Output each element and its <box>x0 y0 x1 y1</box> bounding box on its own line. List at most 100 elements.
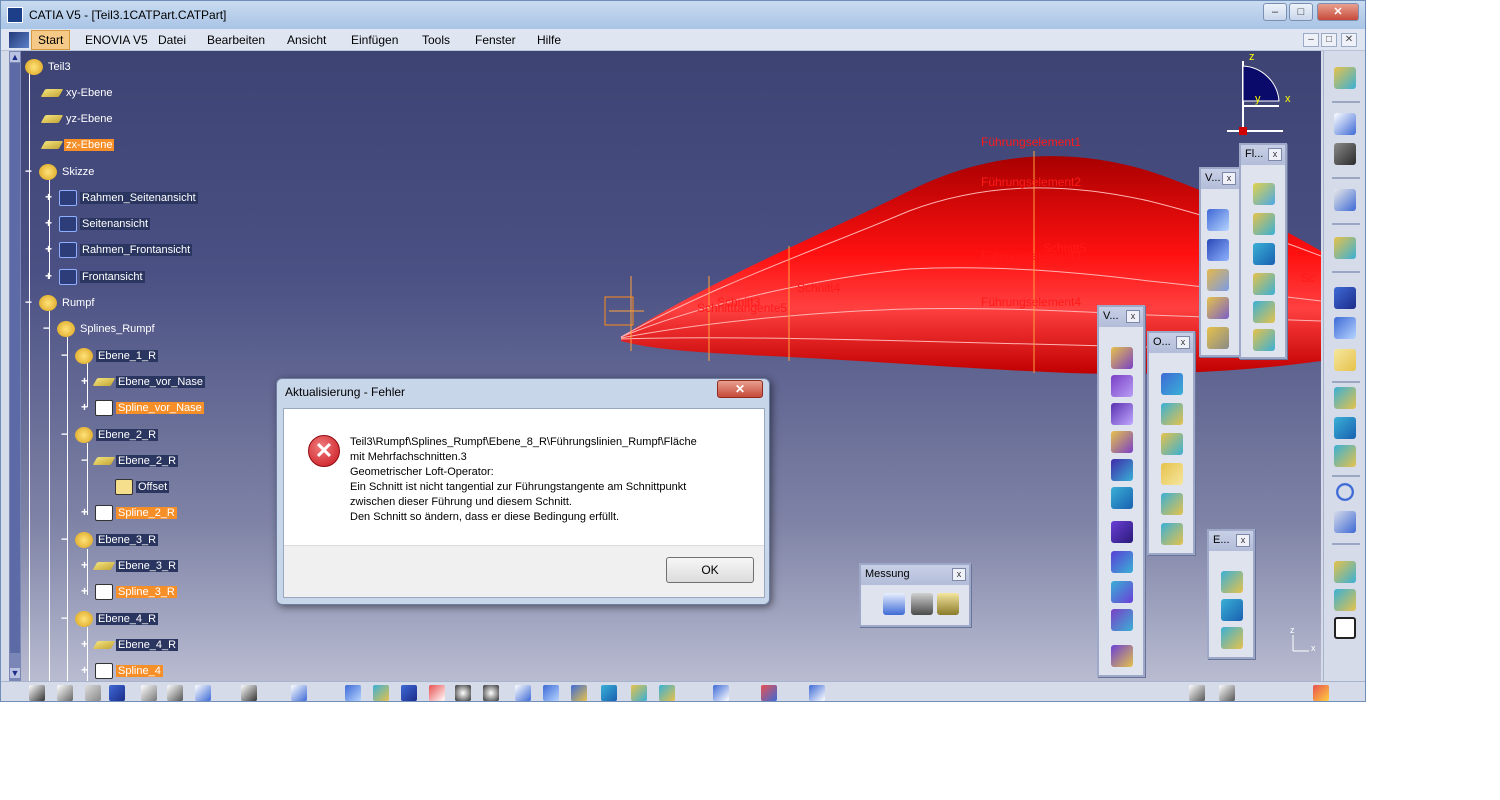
measure-item-icon[interactable] <box>911 593 933 615</box>
tree-item-frontansicht[interactable]: + Frontansicht <box>45 268 145 286</box>
palette-close-button[interactable]: x <box>1268 148 1282 161</box>
curve-icon[interactable] <box>1334 237 1356 259</box>
print-icon[interactable] <box>241 685 257 701</box>
label-schnitttangente5[interactable]: Schnitttangente5 <box>697 301 787 315</box>
expand-icon[interactable]: + <box>45 270 55 282</box>
transformation-icon[interactable] <box>1161 523 1183 545</box>
tree-item-rahmen-frontansicht[interactable]: + Rahmen_Frontansicht <box>45 241 193 259</box>
palette-close-button[interactable]: x <box>1126 310 1140 323</box>
tree-item-ebene-4-r-plane[interactable]: + Ebene_4_R <box>81 636 179 654</box>
palette-v-top[interactable]: V... x <box>1199 167 1241 357</box>
collapse-icon[interactable]: − <box>61 533 71 545</box>
parallel-curve-icon[interactable] <box>1334 445 1356 467</box>
shading-icon[interactable] <box>601 685 617 701</box>
menu-ansicht[interactable]: Ansicht <box>287 33 326 47</box>
tree-item-ebene-4-r[interactable]: − Ebene_4_R <box>61 610 159 628</box>
dialog-close-button[interactable]: ✕ <box>717 380 763 398</box>
hide-show-icon[interactable] <box>631 685 647 701</box>
extrude-surface-icon[interactable] <box>1253 183 1275 205</box>
sketcher-icon[interactable] <box>1334 189 1356 211</box>
pattern-icon[interactable] <box>1207 239 1229 261</box>
lock-icon[interactable] <box>85 685 101 701</box>
tree-item-teil3[interactable]: Teil3 <box>25 58 73 76</box>
trim-icon[interactable] <box>1111 487 1133 509</box>
doc-close-button[interactable]: ✕ <box>1341 33 1357 47</box>
point-icon[interactable] <box>1334 287 1356 309</box>
multi-section-surface-icon[interactable] <box>1253 301 1275 323</box>
extrapolate-icon[interactable] <box>1334 589 1356 611</box>
collapse-icon[interactable]: − <box>25 165 35 177</box>
surface-icon[interactable] <box>1334 561 1356 583</box>
expand-icon[interactable]: + <box>81 664 91 676</box>
menu-tools[interactable]: Tools <box>422 33 450 47</box>
tree-item-skizze[interactable]: − Skizze <box>25 163 96 181</box>
tree-item-offset[interactable]: Offset <box>115 478 170 496</box>
menu-hilfe[interactable]: Hilfe <box>537 33 561 47</box>
table-icon[interactable] <box>109 685 125 701</box>
groove-icon[interactable] <box>1111 609 1133 631</box>
collapse-icon[interactable]: − <box>61 428 71 440</box>
analysis-icon[interactable] <box>809 685 825 701</box>
select-arrow-icon[interactable] <box>1334 113 1356 135</box>
layout-icon[interactable] <box>1189 685 1205 701</box>
swap-visible-icon[interactable] <box>659 685 675 701</box>
thick-surface-icon[interactable] <box>1111 375 1133 397</box>
healing-icon[interactable] <box>1161 403 1183 425</box>
normal-view-icon[interactable] <box>515 685 531 701</box>
catia-menu-logo-icon[interactable] <box>9 32 29 48</box>
measure-icon[interactable] <box>141 685 157 701</box>
menu-fenster[interactable]: Fenster <box>475 33 516 47</box>
tree-item-ebene-3-r[interactable]: − Ebene_3_R <box>61 531 159 549</box>
palette-title[interactable]: V... x <box>1201 169 1239 189</box>
revolve-surface-icon[interactable] <box>1253 213 1275 235</box>
measure-between-icon[interactable] <box>883 593 905 615</box>
close-surface-icon[interactable] <box>1111 403 1133 425</box>
menu-datei[interactable]: Datei <box>158 33 186 47</box>
palette-title[interactable]: E... x <box>1209 531 1253 551</box>
expand-icon[interactable]: + <box>81 401 91 413</box>
join-icon[interactable] <box>1161 373 1183 395</box>
tree-item-xy-ebene[interactable]: xy-Ebene <box>40 84 114 102</box>
expand-icon[interactable]: + <box>81 375 91 387</box>
spline-tool-icon[interactable] <box>1334 511 1356 533</box>
boundary-icon[interactable] <box>1161 433 1183 455</box>
formula-icon[interactable] <box>29 685 45 701</box>
tree-item-spline-4[interactable]: + Spline_4 <box>81 662 163 680</box>
palette-close-button[interactable]: x <box>1236 534 1250 547</box>
quick-view-icon[interactable] <box>543 685 559 701</box>
palette-close-button[interactable]: x <box>1222 172 1236 185</box>
sew-surface-icon[interactable] <box>1111 431 1133 453</box>
tree-item-rumpf[interactable]: − Rumpf <box>25 294 96 312</box>
workbench-icon[interactable] <box>1334 67 1356 89</box>
tree-item-ebene-2-r-plane[interactable]: − Ebene_2_R <box>81 452 179 470</box>
offset-surface-icon[interactable] <box>1111 347 1133 369</box>
menu-start[interactable]: Start <box>31 30 71 50</box>
pan-icon[interactable] <box>401 685 417 701</box>
palette-v-bottom[interactable]: V... x <box>1097 305 1145 677</box>
label-sc[interactable]: Sc <box>1301 271 1315 285</box>
palette-title[interactable]: Fl... x <box>1241 145 1285 165</box>
update-icon[interactable] <box>713 685 729 701</box>
expand-icon[interactable]: + <box>81 585 91 597</box>
palette-fl[interactable]: Fl... x <box>1239 143 1287 359</box>
circle-icon[interactable] <box>1334 481 1356 503</box>
expand-icon[interactable]: + <box>81 638 91 650</box>
palette-title[interactable]: V... x <box>1099 307 1143 327</box>
rotate-icon[interactable] <box>429 685 445 701</box>
tree-item-seitenansicht[interactable]: + Seitenansicht <box>45 215 151 233</box>
palette-close-button[interactable]: x <box>1176 336 1190 349</box>
fill-icon[interactable] <box>1253 273 1275 295</box>
maximize-button[interactable]: □ <box>1289 3 1313 21</box>
expand-icon[interactable]: + <box>45 217 55 229</box>
extract-edge-icon[interactable] <box>1161 463 1183 485</box>
sweep-icon[interactable] <box>1253 243 1275 265</box>
zoom-in-icon[interactable] <box>455 685 471 701</box>
pocket-icon[interactable] <box>1111 551 1133 573</box>
scale-icon[interactable] <box>1207 297 1229 319</box>
label-fuehrungselement2[interactable]: Führungselement2 <box>981 175 1081 189</box>
compass-icon[interactable] <box>1227 51 1317 141</box>
palette-o[interactable]: O... x <box>1147 331 1195 555</box>
tree-item-zx-ebene[interactable]: zx-Ebene <box>40 136 115 154</box>
measure-inertia-icon[interactable] <box>937 593 959 615</box>
palette-title[interactable]: Messung x <box>861 565 969 585</box>
